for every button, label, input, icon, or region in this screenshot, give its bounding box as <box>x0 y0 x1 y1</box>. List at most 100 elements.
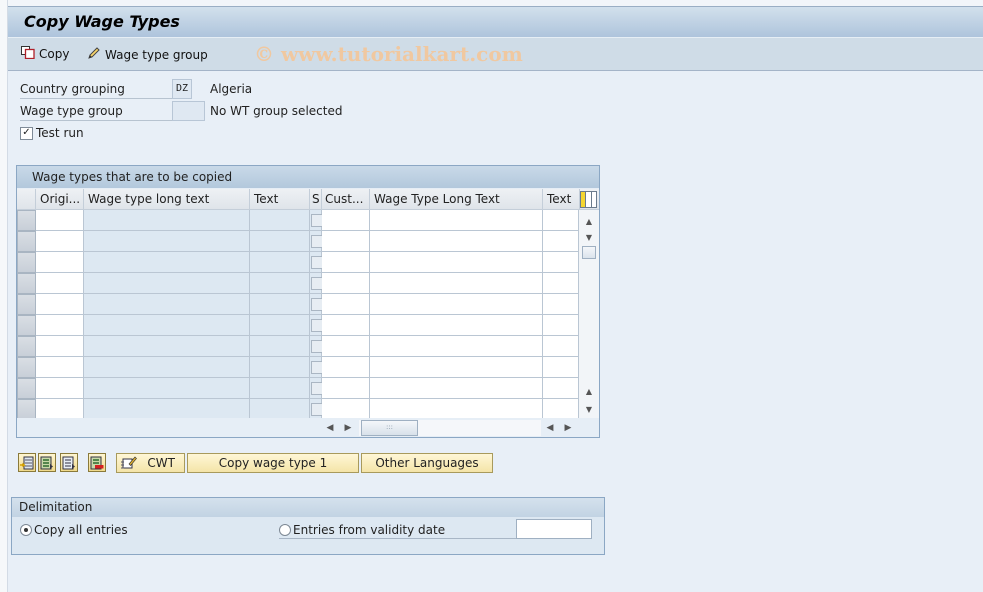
column-header-text[interactable]: Text <box>250 189 310 210</box>
cell-wage-type-long-text-target[interactable] <box>370 315 543 336</box>
cwt-button[interactable]: CWT <box>116 453 185 473</box>
cell-customer[interactable] <box>322 231 370 252</box>
row-selector[interactable] <box>17 378 36 399</box>
other-languages-button[interactable]: Other Languages <box>361 453 493 473</box>
cell-wage-type-long-text[interactable] <box>84 336 250 357</box>
cell-original[interactable] <box>36 210 84 231</box>
vertical-scroll-thumb[interactable] <box>582 246 596 259</box>
row-selector[interactable] <box>17 315 36 336</box>
cell-original[interactable] <box>36 399 84 418</box>
cell-text-target[interactable] <box>543 252 579 273</box>
cell-wage-type-long-text-target[interactable] <box>370 336 543 357</box>
cell-wage-type-long-text-target[interactable] <box>370 231 543 252</box>
cell-s[interactable] <box>310 231 323 252</box>
cell-customer[interactable] <box>322 252 370 273</box>
cell-s[interactable] <box>310 378 323 399</box>
cell-original[interactable] <box>36 294 84 315</box>
cell-wage-type-long-text-target[interactable] <box>370 273 543 294</box>
delete-row-button[interactable] <box>88 453 106 472</box>
cell-text-target[interactable] <box>543 210 579 231</box>
entries-from-validity-date-option[interactable]: Entries from validity date <box>279 521 516 539</box>
cell-wage-type-long-text[interactable] <box>84 273 250 294</box>
cell-wage-type-long-text-target[interactable] <box>370 357 543 378</box>
cell-wage-type-long-text[interactable] <box>84 231 250 252</box>
cell-customer[interactable] <box>322 210 370 231</box>
cell-original[interactable] <box>36 273 84 294</box>
row-selector[interactable] <box>17 252 36 273</box>
cell-customer[interactable] <box>322 273 370 294</box>
cell-wage-type-long-text[interactable] <box>84 294 250 315</box>
cell-text-target[interactable] <box>543 336 579 357</box>
cell-text-target[interactable] <box>543 357 579 378</box>
cell-original[interactable] <box>36 231 84 252</box>
cell-original[interactable] <box>36 315 84 336</box>
cell-wage-type-long-text-target[interactable] <box>370 399 543 418</box>
column-header-s[interactable]: S <box>310 189 322 210</box>
cell-s[interactable] <box>310 357 323 378</box>
cell-text-target[interactable] <box>543 315 579 336</box>
entries-from-validity-date-radio[interactable] <box>279 523 291 536</box>
cell-original[interactable] <box>36 378 84 399</box>
row-selector[interactable] <box>17 210 36 231</box>
cell-wage-type-long-text-target[interactable] <box>370 378 543 399</box>
column-header-wage-type-long-text-target[interactable]: Wage Type Long Text <box>370 189 543 210</box>
cell-wage-type-long-text[interactable] <box>84 210 250 231</box>
cell-text[interactable] <box>250 357 310 378</box>
cell-wage-type-long-text-target[interactable] <box>370 294 543 315</box>
horizontal-scrollbar[interactable]: ◀ ▶ ::: ◀ ▶ <box>17 418 599 437</box>
select-all-rows-header[interactable] <box>17 189 36 210</box>
select-block-button[interactable] <box>60 453 78 472</box>
cell-s[interactable] <box>310 294 323 315</box>
scroll-left-icon[interactable]: ◀ <box>324 421 336 435</box>
column-header-original[interactable]: Origi... <box>36 189 84 210</box>
cell-wage-type-long-text[interactable] <box>84 378 250 399</box>
validity-date-input[interactable] <box>516 519 592 539</box>
cell-original[interactable] <box>36 252 84 273</box>
scroll-down-icon[interactable]: ▼ <box>582 230 596 244</box>
cell-text[interactable] <box>250 378 310 399</box>
copy-wage-type-button[interactable]: Copy wage type 1 <box>187 453 359 473</box>
cell-wage-type-long-text[interactable] <box>84 315 250 336</box>
column-header-text-target[interactable]: Text <box>543 189 580 210</box>
scroll-page-down-icon[interactable]: ▼ <box>582 402 596 416</box>
row-selector[interactable] <box>17 336 36 357</box>
cell-customer[interactable] <box>322 399 370 418</box>
cell-wage-type-long-text-target[interactable] <box>370 210 543 231</box>
cell-text-target[interactable] <box>543 294 579 315</box>
cell-original[interactable] <box>36 336 84 357</box>
scroll-right-icon[interactable]: ▶ <box>342 421 354 435</box>
cell-s[interactable] <box>310 399 323 418</box>
cell-s[interactable] <box>310 273 323 294</box>
cell-text-target[interactable] <box>543 399 579 418</box>
cell-text[interactable] <box>250 210 310 231</box>
cell-text-target[interactable] <box>543 273 579 294</box>
scroll-up-icon[interactable]: ▲ <box>582 214 596 228</box>
select-all-button[interactable] <box>38 453 56 472</box>
cell-customer[interactable] <box>322 378 370 399</box>
row-selector[interactable] <box>17 357 36 378</box>
insert-row-button[interactable] <box>18 453 36 472</box>
country-grouping-input[interactable]: DZ <box>172 79 192 99</box>
scroll-right-frozen-icon[interactable]: ▶ <box>562 421 574 435</box>
cell-s[interactable] <box>310 252 323 273</box>
cell-text-target[interactable] <box>543 231 579 252</box>
cell-text[interactable] <box>250 336 310 357</box>
cell-s[interactable] <box>310 210 323 231</box>
cell-text[interactable] <box>250 252 310 273</box>
row-selector[interactable] <box>17 231 36 252</box>
cell-customer[interactable] <box>322 294 370 315</box>
copy-all-entries-option[interactable]: Copy all entries <box>20 521 128 539</box>
cell-text[interactable] <box>250 315 310 336</box>
row-selector[interactable] <box>17 294 36 315</box>
cell-text[interactable] <box>250 273 310 294</box>
row-selector[interactable] <box>17 399 36 418</box>
column-header-wage-type-long-text[interactable]: Wage type long text <box>84 189 250 210</box>
test-run-checkbox[interactable]: ✓ <box>20 126 33 140</box>
row-selector[interactable] <box>17 273 36 294</box>
cell-customer[interactable] <box>322 336 370 357</box>
cell-wage-type-long-text[interactable] <box>84 252 250 273</box>
cell-text-target[interactable] <box>543 378 579 399</box>
cell-text[interactable] <box>250 294 310 315</box>
cell-wage-type-long-text-target[interactable] <box>370 252 543 273</box>
column-configuration-icon[interactable] <box>580 191 597 208</box>
